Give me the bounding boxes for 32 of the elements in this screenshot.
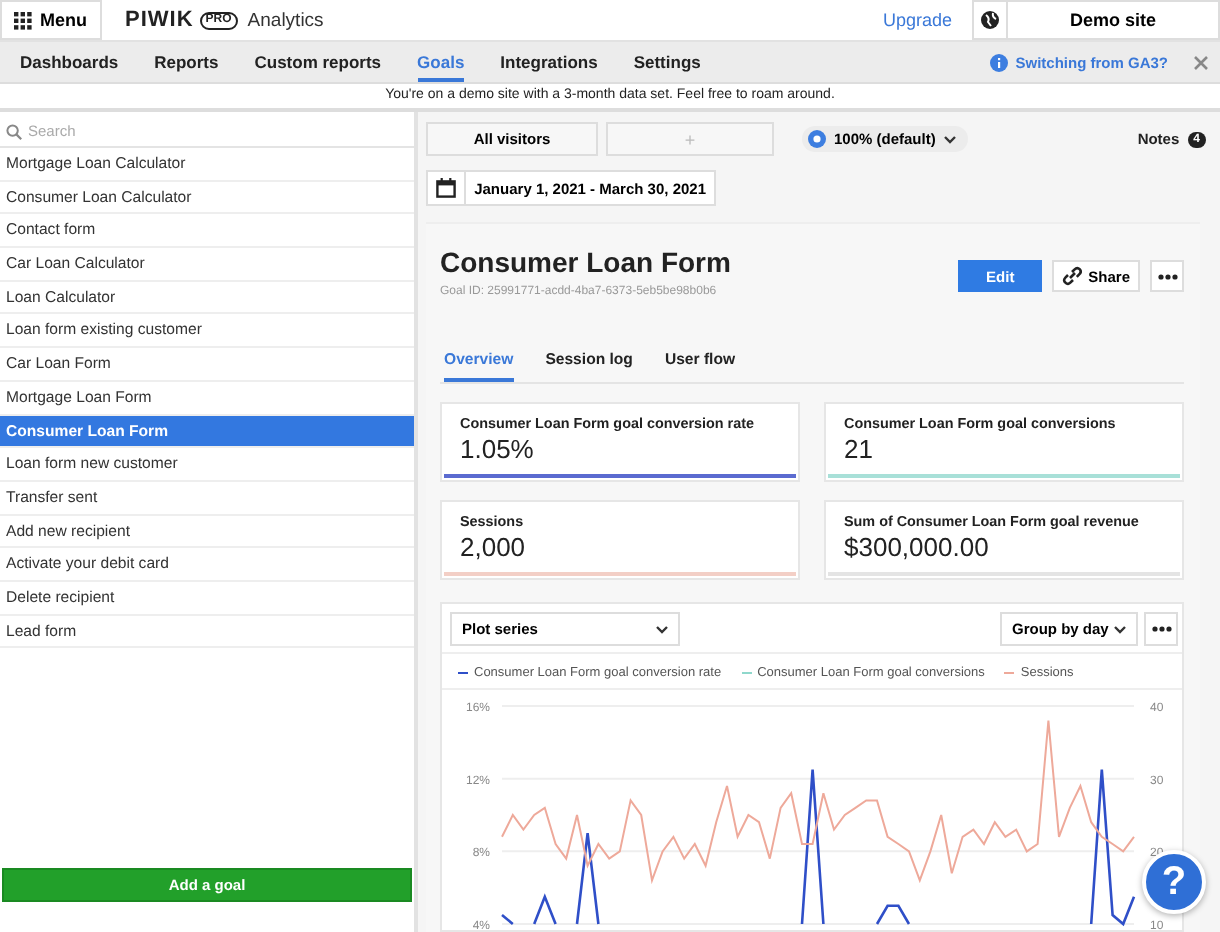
logo-text: PIWIK — [125, 8, 194, 32]
nav-tab[interactable]: Dashboards — [20, 42, 119, 82]
nav-tab[interactable]: Integrations — [500, 42, 598, 82]
nav-tab[interactable]: Settings — [633, 42, 701, 82]
kpi-value: $300,000.00 — [842, 532, 991, 566]
grid-icon — [14, 11, 32, 29]
more-button[interactable] — [1150, 260, 1184, 292]
kpi-value: 21 — [842, 434, 875, 468]
calendar-icon — [436, 178, 457, 198]
caret-icon — [656, 625, 668, 633]
link-icon — [1062, 266, 1083, 286]
caret-icon — [943, 135, 956, 143]
product-name: Analytics — [247, 9, 324, 31]
caret-icon — [1114, 625, 1126, 633]
upgrade-link[interactable]: Upgrade — [882, 10, 952, 30]
more-button[interactable] — [1144, 612, 1178, 646]
more-icon — [1157, 273, 1177, 279]
calendar-button[interactable] — [426, 170, 465, 206]
goal-title: Consumer Loan Form — [440, 246, 731, 278]
nav-tab[interactable]: Custom reports — [254, 42, 382, 82]
globe-icon — [980, 10, 1000, 30]
nav-tab[interactable]: Goals — [417, 42, 465, 82]
sampling-icon — [808, 130, 826, 148]
site-selector[interactable]: Demo site — [1006, 0, 1220, 40]
close-icon — [1194, 55, 1208, 69]
menu-button[interactable]: Menu — [0, 0, 101, 40]
kpi-value: 2,000 — [458, 532, 528, 566]
kpi-value: 1.05% — [458, 434, 536, 468]
search-icon — [6, 123, 22, 139]
info-icon — [989, 53, 1008, 71]
nav-tab[interactable]: Reports — [154, 42, 219, 82]
more-icon — [1151, 626, 1171, 632]
